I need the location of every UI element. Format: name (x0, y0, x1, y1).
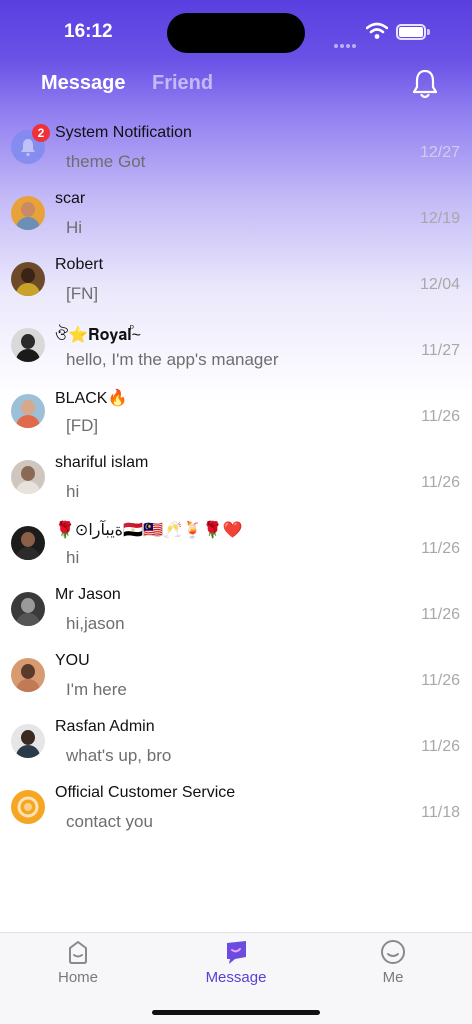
contact-name: scar (55, 190, 86, 207)
message-date: 11/18 (421, 804, 460, 821)
message-icon (227, 941, 246, 964)
message-preview: hi (66, 548, 80, 567)
message-date: 11/26 (421, 738, 460, 755)
message-date: 11/26 (421, 474, 460, 491)
avatar (11, 724, 45, 758)
contact-name: YOU (55, 652, 90, 669)
bell-icon[interactable] (410, 68, 440, 100)
contact-name: System Notification (55, 124, 192, 141)
message-preview: hello, I'm the app's manager (66, 350, 279, 369)
tab-home[interactable]: Home (28, 933, 128, 1003)
conversation-row[interactable]: 🌹⊙ةيبآرا🇪🇬🇲🇾🥂🍹🌹❤️ hi 11/26 (0, 508, 472, 574)
home-face-icon (69, 941, 87, 964)
message-preview: hi (66, 482, 80, 501)
conversation-row[interactable]: BLACK🔥 [FD] 11/26 (0, 376, 472, 442)
message-preview: I'm here (66, 680, 127, 699)
status-bar: 16:12 (0, 0, 472, 62)
message-preview: contact you (66, 812, 153, 831)
battery-icon (396, 24, 430, 40)
message-date: 11/27 (421, 342, 460, 359)
tab-me[interactable]: Me (343, 933, 443, 1003)
contact-name: shariful islam (55, 454, 149, 471)
message-date: 11/26 (421, 540, 460, 557)
contact-name: Official Customer Service (55, 784, 236, 801)
conversation-row[interactable]: scar Hi 12/19 (0, 178, 472, 244)
cellular-signal-icon (334, 35, 360, 48)
conversation-row[interactable]: ঔ⭐𝐑𝐨𝐲𝐚𝐥ⷬ~ hello, I'm the app's manager 1… (0, 310, 472, 376)
home-indicator (152, 1010, 320, 1015)
avatar (11, 658, 45, 692)
conversation-row[interactable]: 2 System Notification theme Got 12/27 (0, 112, 472, 178)
tab-label: Me (382, 969, 404, 986)
message-date: 11/26 (421, 606, 460, 623)
avatar (11, 394, 45, 428)
header: Message Friend (0, 62, 472, 110)
tab-friend[interactable]: Friend (152, 72, 213, 95)
message-date: 11/26 (421, 408, 460, 425)
message-preview: Hi (66, 218, 83, 237)
conversation-row[interactable]: YOU I'm here 11/26 (0, 640, 472, 706)
contact-name: Mr Jason (55, 586, 121, 603)
avatar (11, 460, 45, 494)
conversation-row[interactable]: Robert [FN] 12/04 (0, 244, 472, 310)
avatar (11, 196, 45, 230)
avatar (11, 592, 45, 626)
conversation-row[interactable]: shariful islam hi 11/26 (0, 442, 472, 508)
conversation-row[interactable]: Official Customer Service contact you 11… (0, 772, 472, 838)
status-time: 16:12 (64, 21, 113, 42)
message-preview: [FD] (66, 416, 99, 435)
message-preview: theme Got (66, 152, 146, 171)
profile-face-icon (381, 940, 405, 964)
contact-name: ঔ⭐𝐑𝐨𝐲𝐚𝐥ⷬ~ (55, 327, 141, 344)
message-preview: hi,jason (66, 614, 125, 633)
tab-message[interactable]: Message (41, 72, 126, 95)
avatar (11, 262, 45, 296)
message-preview: [FN] (66, 284, 99, 303)
conversation-row[interactable]: Rasfan Admin what's up, bro 11/26 (0, 706, 472, 772)
unread-badge: 2 (32, 124, 50, 142)
contact-name: 🌹⊙ةيبآرا🇪🇬🇲🇾🥂🍹🌹❤️ (55, 522, 243, 539)
avatar (11, 526, 45, 560)
message-date: 12/27 (419, 144, 460, 161)
headset-icon (17, 796, 39, 818)
tab-label: Message (205, 969, 267, 986)
message-preview: what's up, bro (66, 746, 172, 765)
message-date: 12/19 (419, 210, 460, 227)
contact-name: BLACK🔥 (55, 390, 128, 407)
wifi-icon (366, 22, 388, 39)
conversation-list: 2 System Notification theme Got 12/27 sc… (0, 112, 472, 838)
tab-message-bottom[interactable]: Message (186, 933, 286, 1003)
dynamic-island (167, 13, 305, 53)
tab-label: Home (57, 969, 98, 986)
message-date: 12/04 (419, 276, 460, 293)
contact-name: Rasfan Admin (55, 718, 155, 735)
conversation-row[interactable]: Mr Jason hi,jason 11/26 (0, 574, 472, 640)
message-date: 11/26 (421, 672, 460, 689)
contact-name: Robert (55, 256, 104, 273)
customer-service-avatar (11, 790, 45, 824)
avatar (11, 328, 45, 362)
